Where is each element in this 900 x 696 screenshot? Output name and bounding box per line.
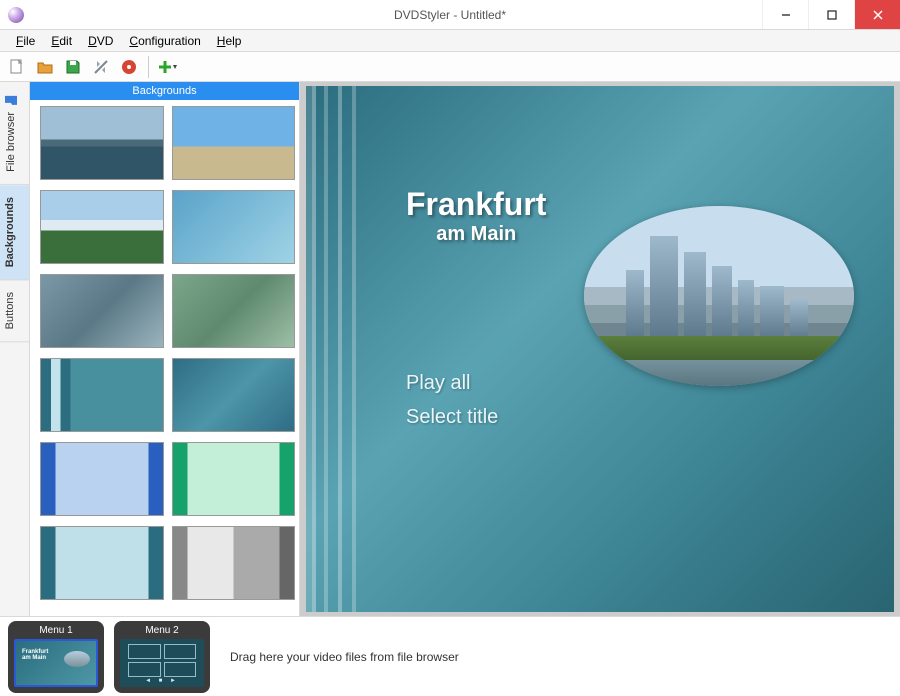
timeline-menu-1-label: Menu 1 bbox=[14, 625, 98, 639]
menu-dvd[interactable]: DVD bbox=[80, 32, 121, 50]
menu-file[interactable]: File bbox=[8, 32, 43, 50]
background-thumb[interactable] bbox=[40, 190, 164, 264]
menu-links: Play all Select title bbox=[406, 366, 498, 434]
background-thumb[interactable] bbox=[172, 442, 296, 516]
maximize-button[interactable] bbox=[808, 0, 854, 29]
menu-help[interactable]: Help bbox=[209, 32, 250, 50]
toolbar bbox=[0, 52, 900, 82]
background-thumb[interactable] bbox=[172, 526, 296, 600]
backgrounds-scroll[interactable] bbox=[30, 100, 299, 616]
menubar: File Edit DVD Configuration Help bbox=[0, 30, 900, 52]
menu-link-select-title[interactable]: Select title bbox=[406, 400, 498, 434]
timeline-strip[interactable]: Menu 1 Frankfurtam Main Menu 2 ◄ ■ ► Dra… bbox=[0, 616, 900, 696]
window-controls bbox=[762, 0, 900, 29]
menu-title-line2: am Main bbox=[406, 223, 546, 246]
timeline-menu-1[interactable]: Menu 1 Frankfurtam Main bbox=[8, 621, 104, 693]
preview-canvas[interactable]: Frankfurt am Main Play all Select title bbox=[306, 86, 894, 612]
background-thumb[interactable] bbox=[40, 106, 164, 180]
toolbar-separator bbox=[148, 56, 149, 78]
new-project-button[interactable] bbox=[4, 54, 30, 80]
menu-link-play-all[interactable]: Play all bbox=[406, 366, 498, 400]
timeline-hint: Drag here your video files from file bro… bbox=[230, 650, 459, 664]
tab-file-browser[interactable]: File browser bbox=[0, 82, 29, 185]
background-thumb[interactable] bbox=[172, 190, 296, 264]
open-project-button[interactable] bbox=[32, 54, 58, 80]
close-button[interactable] bbox=[854, 0, 900, 29]
add-button[interactable] bbox=[155, 54, 181, 80]
menu-title-line1: Frankfurt bbox=[406, 186, 546, 223]
folder-icon bbox=[4, 94, 18, 108]
menu-configuration[interactable]: Configuration bbox=[121, 32, 208, 50]
preview-canvas-wrap: Frankfurt am Main Play all Select title bbox=[300, 82, 900, 616]
menu-edit[interactable]: Edit bbox=[43, 32, 80, 50]
side-tabs: File browser Backgrounds Buttons bbox=[0, 82, 30, 616]
timeline-menu-2-label: Menu 2 bbox=[120, 625, 204, 639]
menu-title[interactable]: Frankfurt am Main bbox=[406, 186, 546, 246]
background-thumb[interactable] bbox=[40, 358, 164, 432]
minimize-button[interactable] bbox=[762, 0, 808, 29]
menu-image-oval[interactable] bbox=[584, 206, 854, 386]
background-thumb[interactable] bbox=[40, 526, 164, 600]
background-thumb[interactable] bbox=[172, 106, 296, 180]
burn-disc-button[interactable] bbox=[116, 54, 142, 80]
tab-buttons[interactable]: Buttons bbox=[0, 280, 29, 342]
background-thumb[interactable] bbox=[172, 274, 296, 348]
save-project-button[interactable] bbox=[60, 54, 86, 80]
background-thumb[interactable] bbox=[172, 358, 296, 432]
timeline-menu-2[interactable]: Menu 2 ◄ ■ ► bbox=[114, 621, 210, 693]
app-icon bbox=[8, 7, 24, 23]
titlebar: DVDStyler - Untitled* bbox=[0, 0, 900, 30]
backgrounds-panel: Backgrounds bbox=[30, 82, 300, 616]
preview-stripes bbox=[306, 86, 370, 612]
background-thumb[interactable] bbox=[40, 274, 164, 348]
main-area: File browser Backgrounds Buttons Backgro… bbox=[0, 82, 900, 616]
settings-button[interactable] bbox=[88, 54, 114, 80]
backgrounds-header: Backgrounds bbox=[30, 82, 299, 100]
tab-backgrounds[interactable]: Backgrounds bbox=[0, 185, 29, 280]
background-thumb[interactable] bbox=[40, 442, 164, 516]
